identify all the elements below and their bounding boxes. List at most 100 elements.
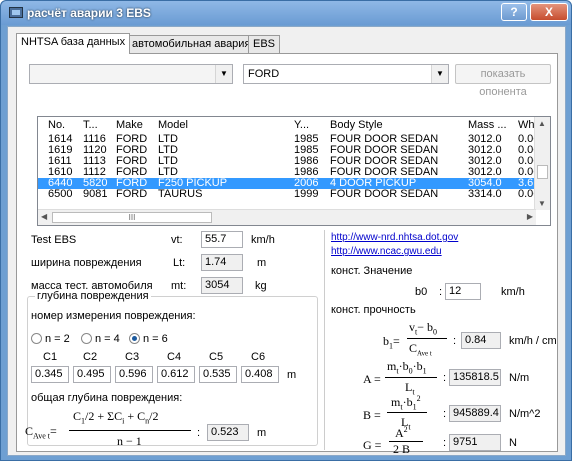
test-ebs-label: Test EBS — [31, 234, 77, 246]
radio-n6-label[interactable]: n = 6 — [143, 333, 168, 345]
formula-b1-denominator: CAve t — [409, 341, 432, 358]
table-cell: 9081 — [83, 188, 108, 200]
horizontal-scrollbar[interactable]: ◀ III ▶ — [38, 209, 536, 225]
c5-input[interactable]: 0.535 — [199, 366, 237, 383]
scroll-down-icon[interactable]: ▼ — [538, 199, 546, 208]
tab-ebs[interactable]: EBS — [248, 35, 281, 53]
mt-input[interactable]: 3054 — [201, 277, 243, 294]
scroll-thumb[interactable] — [537, 165, 548, 179]
mt-unit: kg — [255, 280, 267, 292]
cavg-output[interactable]: 0.523 — [207, 424, 249, 441]
nhtsa-link[interactable]: http://www-nrd.nhtsa.dot.gov — [331, 232, 458, 243]
radio-n6[interactable] — [129, 333, 140, 344]
const-value-label: конст. Значение — [331, 265, 413, 277]
make-value: FORD — [248, 68, 280, 80]
formula-g-numerator: A2 — [395, 425, 408, 440]
table-cell: FORD — [116, 188, 148, 200]
c2-input[interactable]: 0.495 — [73, 366, 111, 383]
g-output[interactable]: 9751 — [449, 434, 501, 451]
col-header[interactable]: Mass ... — [468, 119, 507, 131]
filter-combo-left[interactable]: ▼ — [29, 64, 233, 84]
formula-cavg-numerator: C1/2 + ΣCi + Cn/2 — [73, 409, 159, 426]
c3-label: C3 — [125, 351, 140, 363]
damage-width-label: ширина повреждения — [31, 257, 142, 269]
vertical-scrollbar[interactable]: ▲ ▼ — [534, 117, 550, 210]
tab-nhtsa-database[interactable]: NHTSA база данных — [16, 33, 131, 54]
ncac-link[interactable]: http://www.ncac.gwu.edu — [331, 246, 442, 257]
table-row[interactable]: 6440 5820 FORD F250 PICKUP 2006 4 DOOR PICKUP… — [38, 178, 539, 189]
col-header[interactable]: T... — [83, 119, 98, 131]
formula-cavg-lhs: CAve t= — [25, 424, 57, 441]
show-opponent-button[interactable]: показать опонента — [455, 64, 551, 98]
table-row[interactable]: 1619 1120 FORD LTD 1985 FOUR DOOR SEDAN 3012.0… — [38, 145, 541, 156]
formula-cavg-line — [69, 430, 191, 431]
cavg-unit: m — [257, 427, 267, 439]
col-header[interactable]: Body Style — [330, 119, 383, 131]
panel-divider — [324, 230, 325, 450]
formula-b-numerator: mt·b12 — [391, 394, 421, 412]
b1-output[interactable]: 0.84 — [461, 332, 501, 349]
col-header[interactable]: Wh — [518, 119, 535, 131]
c1-label: C1 — [43, 351, 58, 363]
radio-n4-label[interactable]: n = 4 — [95, 333, 120, 345]
col-header[interactable]: Y... — [294, 119, 309, 131]
c2-label: C2 — [83, 351, 98, 363]
c4-input[interactable]: 0.612 — [157, 366, 195, 383]
a-unit: N/m — [509, 372, 530, 384]
formula-cavg-denominator: n − 1 — [117, 434, 142, 448]
c5-label: C5 — [209, 351, 224, 363]
formula-a-line — [385, 377, 437, 378]
a-output[interactable]: 135818.5 — [449, 369, 501, 386]
table-cell: TAURUS — [158, 188, 203, 200]
b0-label: b0 — [415, 286, 428, 298]
formula-b-lhs: B = — [363, 408, 381, 422]
scroll-thumb-horizontal[interactable]: III — [52, 212, 212, 223]
col-header[interactable]: No. — [48, 119, 65, 131]
c6-input[interactable]: 0.408 — [241, 366, 279, 383]
table-header: No. T... Make Model Y... Body Style Mass… — [38, 117, 538, 134]
app-icon — [9, 7, 23, 18]
tab-car-crash[interactable]: автомобильная авария — [127, 35, 256, 53]
formula-g-lhs: G = — [363, 438, 382, 452]
client-area: NHTSA база данных автомобильная авария E… — [7, 26, 566, 456]
table-cell: 3314.0 — [468, 188, 502, 200]
tab-page: ▼ FORD ▼ показать опонента No. T... Make… — [16, 53, 558, 456]
help-button[interactable]: ? — [501, 3, 527, 21]
const-strength-label: конст. прочность — [331, 304, 416, 316]
formula-b1-numerator: vt− b0 — [409, 320, 438, 337]
scroll-left-icon[interactable]: ◀ — [41, 212, 47, 221]
vehicle-table[interactable]: No. T... Make Model Y... Body Style Mass… — [37, 116, 551, 226]
formula-a-numerator: mt·b0·b1 — [387, 359, 427, 376]
chevron-down-icon: ▼ — [431, 65, 448, 83]
scroll-right-icon[interactable]: ▶ — [527, 212, 533, 221]
close-button[interactable]: X — [530, 3, 568, 21]
c3-input[interactable]: 0.596 — [115, 366, 153, 383]
c1-input[interactable]: 0.345 — [31, 366, 69, 383]
lt-label: Lt: — [173, 257, 186, 269]
b1-unit: km/h / cm — [509, 335, 557, 347]
lt-input[interactable]: 1.74 — [201, 254, 243, 271]
vt-unit: km/h — [251, 234, 275, 246]
vt-input[interactable]: 55.7 — [201, 231, 243, 248]
radio-n2[interactable] — [31, 333, 42, 344]
formula-g-denominator: 2 B — [393, 442, 411, 456]
col-header[interactable]: Make — [116, 119, 143, 131]
table-cell: FOUR DOOR SEDAN — [330, 188, 439, 200]
lt-unit: m — [257, 257, 267, 269]
scroll-up-icon[interactable]: ▲ — [538, 119, 546, 128]
app-window: расчёт аварии 3 EBS ? X NHTSA база данны… — [0, 0, 572, 461]
c4-label: C4 — [167, 351, 182, 363]
table-row[interactable]: 6500 9081 FORD TAURUS 1999 FOUR DOOR SEDAN 331… — [38, 188, 541, 200]
b0-input[interactable]: 12 — [445, 283, 481, 300]
col-header[interactable]: Model — [158, 119, 188, 131]
chevron-down-icon: ▼ — [215, 65, 232, 83]
formula-b1-lhs: b1= — [383, 334, 400, 351]
table-row[interactable]: 1611 1113 FORD LTD 1986 FOUR DOOR SEDAN 3012.0… — [38, 156, 541, 167]
b-output[interactable]: 945889.4 — [449, 405, 501, 422]
table-row[interactable]: 1614 1116 FORD LTD 1985 FOUR DOOR SEDAN 3012.0… — [38, 134, 541, 145]
make-combo[interactable]: FORD ▼ — [243, 64, 449, 84]
table-cell: 1999 — [294, 188, 319, 200]
table-row[interactable]: 1610 1112 FORD LTD 1986 FOUR DOOR SEDAN 3012.0… — [38, 167, 541, 178]
radio-n2-label[interactable]: n = 2 — [45, 333, 70, 345]
radio-n4[interactable] — [81, 333, 92, 344]
